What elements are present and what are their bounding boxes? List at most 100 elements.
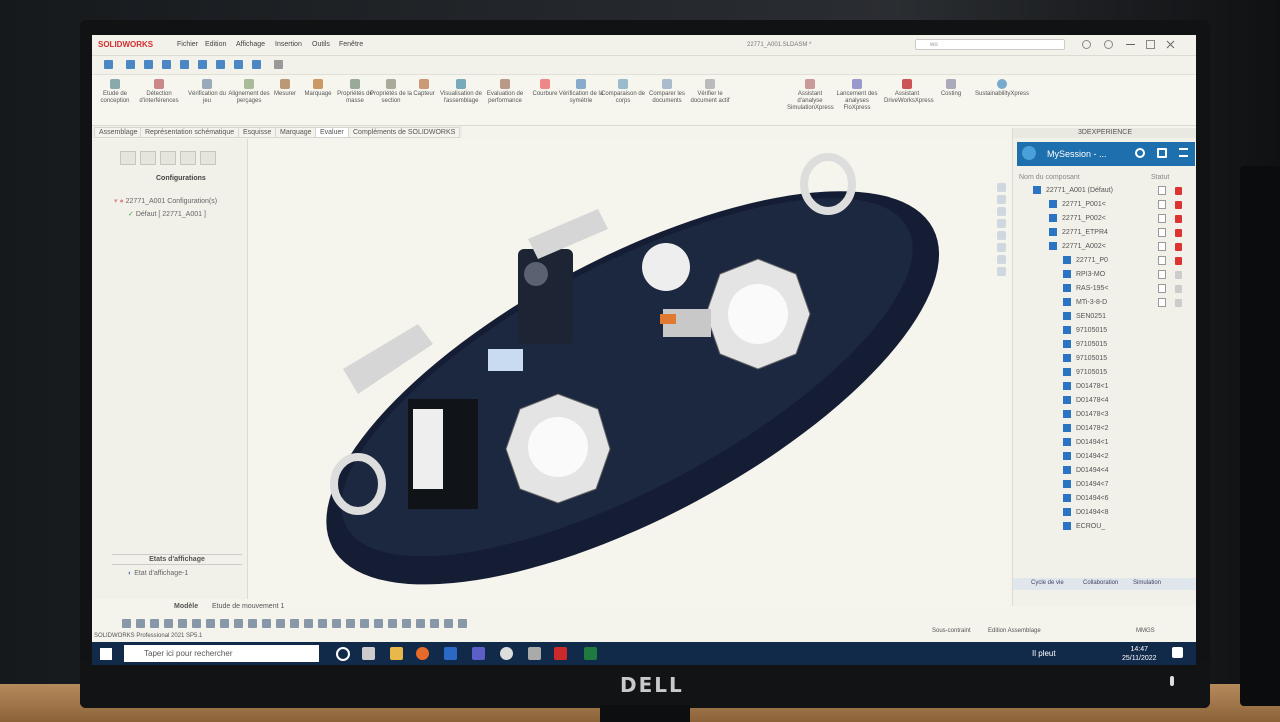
zoom-fit-icon[interactable]	[122, 619, 131, 628]
assembly-features-icon[interactable]	[252, 60, 261, 69]
list-item[interactable]: D01494<6	[1063, 492, 1109, 506]
list-item[interactable]: 22771_P0	[1063, 254, 1108, 268]
list-item[interactable]: 22771_P001<	[1049, 198, 1106, 212]
config-root[interactable]: ▾ ● 22771_A001 Configuration(s)	[114, 197, 217, 205]
app-icon[interactable]	[500, 647, 513, 660]
tab-complements[interactable]: Compléments de SOLIDWORKS	[348, 127, 461, 138]
compare-bodies-button[interactable]: Comparaison de corps	[600, 79, 646, 105]
clock[interactable]: 14:47 25/11/2022	[1122, 645, 1157, 663]
simulationxpress-button[interactable]: Assistant d'analyse SimulationXpress	[787, 79, 834, 112]
display-state-item[interactable]: ◐ Etat d'affichage-1	[128, 570, 188, 577]
component-preview-icon[interactable]	[162, 60, 171, 69]
file-explorer-icon[interactable]	[390, 647, 403, 660]
tab-simulation[interactable]: Simulation	[1133, 580, 1161, 586]
tab-modele[interactable]: Modèle	[174, 603, 198, 610]
task-view-icon[interactable]	[362, 647, 375, 660]
grid-icon[interactable]	[318, 619, 327, 628]
design-library-icon[interactable]	[997, 207, 1006, 216]
list-item[interactable]: MTi-3-8-D	[1063, 296, 1107, 310]
display-manager-icon[interactable]	[200, 151, 216, 165]
zoom-area-icon[interactable]	[136, 619, 145, 628]
home-icon[interactable]	[997, 183, 1006, 192]
search-icon[interactable]	[1135, 148, 1145, 158]
show-hidden-icon[interactable]	[234, 60, 243, 69]
previous-view-icon[interactable]	[150, 619, 159, 628]
list-item[interactable]: 22771_A001 (Défaut)	[1033, 184, 1113, 198]
costing-button[interactable]: Costing	[928, 79, 974, 98]
excel-icon[interactable]	[584, 647, 597, 660]
point-icon[interactable]	[444, 619, 453, 628]
interference-detection-button[interactable]: Détection d'interférences	[136, 79, 182, 105]
list-item[interactable]: SEN0251	[1063, 310, 1106, 324]
measure-tool-icon[interactable]	[304, 619, 313, 628]
list-item[interactable]: D01478<4	[1063, 394, 1109, 408]
view-orientation-icon[interactable]	[178, 619, 187, 628]
list-item[interactable]: 97105015	[1063, 338, 1107, 352]
tag-icon[interactable]	[1157, 148, 1167, 158]
notification-icon[interactable]	[1172, 647, 1183, 658]
list-item[interactable]: D01494<4	[1063, 464, 1109, 478]
light-icon[interactable]	[332, 619, 341, 628]
calculator-icon[interactable]	[528, 647, 541, 660]
firefox-icon[interactable]	[416, 647, 429, 660]
resources-icon[interactable]	[997, 195, 1006, 204]
minimize-button[interactable]	[1126, 44, 1135, 45]
linear-pattern-icon[interactable]	[180, 60, 189, 69]
close-icon[interactable]	[1166, 40, 1175, 49]
avatar[interactable]	[1022, 146, 1036, 160]
outlook-icon[interactable]	[444, 647, 457, 660]
edit-appearance-icon[interactable]	[220, 619, 229, 628]
tab-assemblage[interactable]: Assemblage	[94, 127, 143, 138]
tab-evaluer[interactable]: Evaluer	[315, 127, 349, 138]
section-view-icon[interactable]	[164, 619, 173, 628]
cortana-icon[interactable]	[336, 647, 350, 661]
list-item[interactable]: 22771_ETPR4	[1049, 226, 1108, 240]
snap-icon[interactable]	[388, 619, 397, 628]
user-icon[interactable]	[1082, 40, 1091, 49]
list-item[interactable]: 22771_P002<	[1049, 212, 1106, 226]
apply-scene-icon[interactable]	[234, 619, 243, 628]
list-item[interactable]: RAS-195<	[1063, 282, 1109, 296]
list-item[interactable]: D01494<7	[1063, 478, 1109, 492]
list-item[interactable]: D01478<3	[1063, 408, 1109, 422]
menu-edition[interactable]: Edition	[205, 41, 226, 48]
list-item[interactable]: D01494<1	[1063, 436, 1109, 450]
list-item[interactable]: 97105015	[1063, 352, 1107, 366]
teams-icon[interactable]	[472, 647, 485, 660]
list-item[interactable]: D01478<1	[1063, 380, 1109, 394]
list-item[interactable]: D01478<2	[1063, 422, 1109, 436]
smart-fasteners-icon[interactable]	[198, 60, 207, 69]
list-item[interactable]: D01494<8	[1063, 506, 1109, 520]
list-item[interactable]: 97105015	[1063, 324, 1107, 338]
appearance-icon[interactable]	[997, 231, 1006, 240]
feature-manager-icon[interactable]	[120, 151, 136, 165]
driveworksxpress-button[interactable]: Assistant DriveWorksXpress	[884, 79, 934, 105]
list-item[interactable]: 97105015	[1063, 366, 1107, 380]
maximize-button[interactable]	[1146, 40, 1155, 49]
list-item[interactable]: D01494<2	[1063, 450, 1109, 464]
design-study-button[interactable]: Etude de conception	[92, 79, 138, 105]
symmetry-check-button[interactable]: Vérification de la symétrie	[558, 79, 604, 105]
rotate-icon[interactable]	[262, 619, 271, 628]
list-item[interactable]: 22771_A002<	[1049, 240, 1106, 254]
menu-insertion[interactable]: Insertion	[275, 41, 302, 48]
session-dropdown[interactable]: MySession - ...	[1047, 149, 1107, 159]
sustainabilityxpress-button[interactable]: SustainabilityXpress	[972, 79, 1032, 98]
graphics-area[interactable]	[248, 139, 1008, 609]
help-icon[interactable]	[1104, 40, 1113, 49]
render-icon[interactable]	[360, 619, 369, 628]
mate-icon[interactable]	[402, 619, 411, 628]
origin-icon[interactable]	[458, 619, 467, 628]
select-icon[interactable]	[290, 619, 299, 628]
tab-etude-de-mouvement[interactable]: Etude de mouvement 1	[212, 603, 284, 610]
floxpress-button[interactable]: Lancement des analyses FloXpress	[834, 79, 880, 112]
configuration-manager-icon[interactable]	[160, 151, 176, 165]
tab-marquage[interactable]: Marquage	[275, 127, 317, 138]
windows-start-icon[interactable]	[100, 648, 112, 660]
insert-component-icon[interactable]	[126, 60, 135, 69]
compare-documents-button[interactable]: Comparer les documents	[644, 79, 690, 105]
menu-outils[interactable]: Outils	[312, 41, 330, 48]
hide-show-icon[interactable]	[206, 619, 215, 628]
assembly-visualization-button[interactable]: Visualisation de l'assemblage	[438, 79, 484, 105]
tasks-icon[interactable]	[997, 267, 1006, 276]
